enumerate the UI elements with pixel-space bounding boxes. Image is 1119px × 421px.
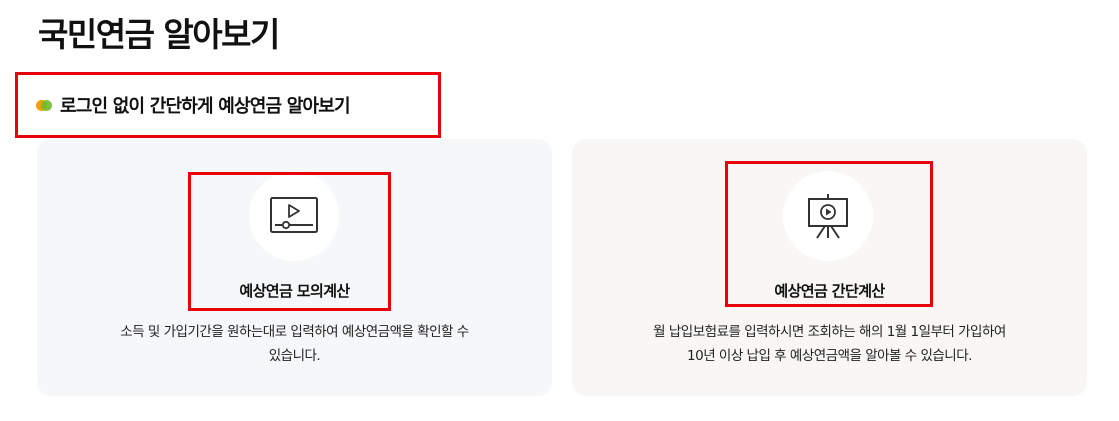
simple-calculation-description: 월 납입보험료를 입력하시면 조회하는 해의 1월 1일부터 가입하여 10년 …	[602, 320, 1057, 368]
page: 국민연금 알아보기 로그인 없이 간단하게 예상연금 알아보기 예상연금 모의계…	[0, 0, 1119, 421]
description-line: 소득 및 가입기간을 원하는대로 입력하여 예상연금액을 확인할 수	[120, 324, 469, 340]
simulated-calculation-card[interactable]: 예상연금 모의계산 소득 및 가입기간을 원하는대로 입력하여 예상연금액을 확…	[37, 139, 552, 396]
two-color-dot-icon	[36, 98, 54, 112]
simple-calculation-card[interactable]: 예상연금 간단계산 월 납입보험료를 입력하시면 조회하는 해의 1월 1일부터…	[572, 139, 1087, 396]
section-heading: 로그인 없이 간단하게 예상연금 알아보기	[15, 72, 441, 138]
simple-calculation-title[interactable]: 예상연금 간단계산	[572, 280, 1087, 301]
description-line: 월 납입보험료를 입력하시면 조회하는 해의 1월 1일부터 가입하여	[653, 324, 1006, 340]
simulated-calculation-description: 소득 및 가입기간을 원하는대로 입력하여 예상연금액을 확인할 수 있습니다.	[67, 320, 522, 368]
description-line: 있습니다.	[268, 348, 321, 364]
video-player-icon	[249, 171, 339, 261]
simulated-calculation-title[interactable]: 예상연금 모의계산	[37, 280, 552, 301]
presentation-board-icon	[783, 171, 873, 261]
description-line: 10년 이상 납입 후 예상연금액을 알아볼 수 있습니다.	[687, 348, 972, 364]
page-title: 국민연금 알아보기	[38, 15, 280, 54]
section-heading-text: 로그인 없이 간단하게 예상연금 알아보기	[60, 96, 351, 117]
